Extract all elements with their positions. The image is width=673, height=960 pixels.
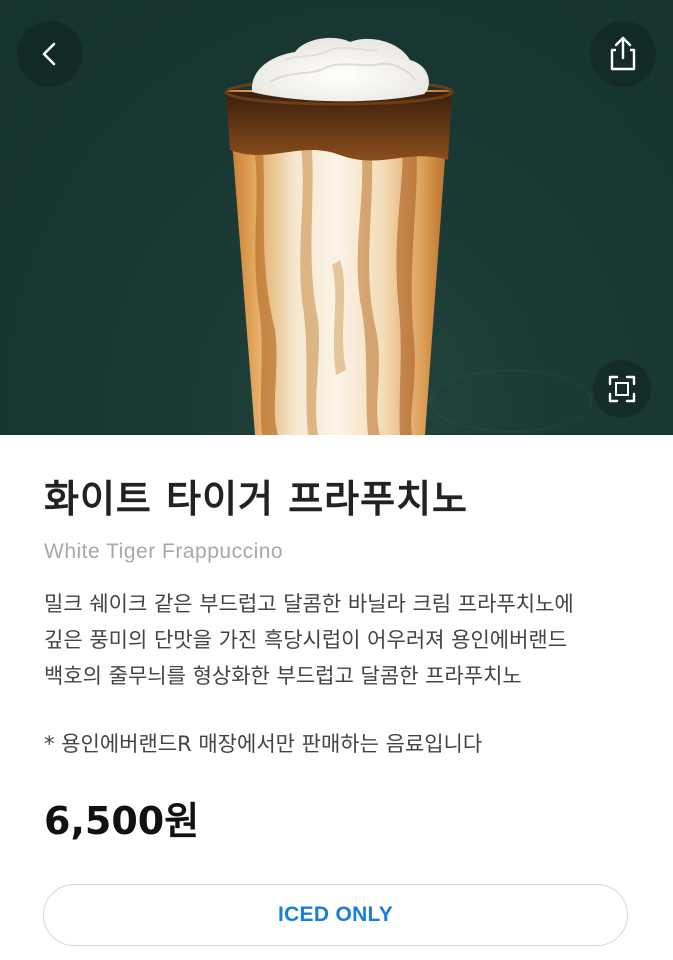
product-description: 밀크 쉐이크 같은 부드럽고 달콤한 바닐라 크림 프라푸치노에 깊은 풍미의 … — [44, 592, 574, 688]
chevron-left-icon — [42, 42, 56, 66]
expand-icon — [608, 375, 636, 403]
share-icon — [610, 36, 636, 71]
product-price: 6,500원 — [44, 799, 200, 843]
back-button[interactable] — [17, 21, 83, 87]
product-name-korean: 화이트 타이거 프라푸치노 — [44, 477, 469, 521]
iced-only-badge: ICED ONLY — [43, 884, 628, 946]
expand-image-button[interactable] — [593, 360, 651, 418]
hero-image-area — [0, 0, 673, 435]
product-info: 화이트 타이거 프라푸치노 White Tiger Frappuccino 밀크… — [44, 470, 644, 762]
share-button[interactable] — [590, 21, 656, 87]
drink-photo — [224, 37, 454, 435]
store-exclusive-note: * 용인에버랜드R 매장에서만 판매하는 음료입니다 — [44, 732, 483, 756]
product-name-english: White Tiger Frappuccino — [44, 540, 284, 563]
